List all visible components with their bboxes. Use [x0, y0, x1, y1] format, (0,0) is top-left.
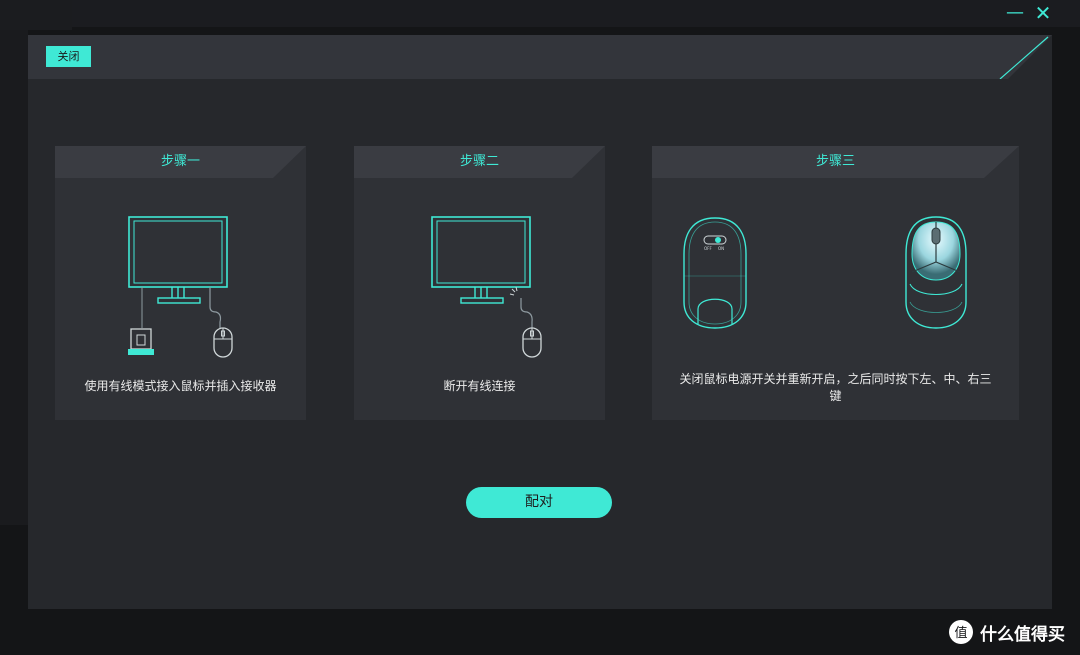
pair-button[interactable]: 配对	[466, 487, 612, 518]
step-title: 步骤一	[160, 154, 200, 169]
watermark-logo-icon: 值	[949, 620, 973, 644]
close-button[interactable]: 关闭	[46, 46, 91, 67]
minimize-button[interactable]: —	[1004, 2, 1026, 24]
watermark-text: 什么值得买	[980, 624, 1065, 645]
step-title: 步骤三	[815, 154, 855, 169]
switch-on-label: ON	[718, 246, 724, 251]
pairing-dialog: 关闭 步骤一 使用有线模式接入鼠标并插入接收器 步骤二 断开有线连接 步骤三 O…	[28, 35, 1052, 609]
window-close-button[interactable]: ✕	[1032, 2, 1054, 24]
header-band-shape	[28, 35, 1052, 80]
step-description: 断开有线连接	[443, 379, 516, 393]
step-title: 步骤二	[459, 154, 499, 169]
step-card-2: 步骤二 断开有线连接	[354, 146, 605, 420]
step-card-1: 步骤一 使用有线模式接入鼠标并插入接收器	[55, 146, 306, 420]
watermark: 值 什么值得买	[948, 618, 1065, 646]
switch-off-label: OFF	[704, 246, 712, 251]
step-card-header: 步骤三	[652, 146, 1019, 178]
step-description: 使用有线模式接入鼠标并插入接收器	[84, 379, 277, 393]
step-card-3: 步骤三 OFF ON 关闭鼠标电源开关并重新开启，之后同时按下左、中、右三键	[652, 146, 1019, 420]
background-left	[0, 30, 28, 525]
title-bar: — ✕	[72, 0, 1080, 27]
mouse-icon	[522, 327, 542, 358]
dialog-header: 关闭	[28, 35, 1052, 80]
watermark-logo-char: 值	[954, 625, 967, 641]
step-description: 关闭鼠标电源开关并重新开启，之后同时按下左、中、右三键	[679, 372, 992, 403]
background-strip	[0, 0, 72, 30]
mouse-top-icon	[905, 216, 967, 329]
mouse-bottom-icon: OFF ON	[683, 217, 747, 329]
step-card-header: 步骤一	[55, 146, 306, 178]
mouse-icon	[213, 327, 233, 358]
usb-receiver-icon	[128, 328, 154, 355]
step-card-header: 步骤二	[354, 146, 605, 178]
